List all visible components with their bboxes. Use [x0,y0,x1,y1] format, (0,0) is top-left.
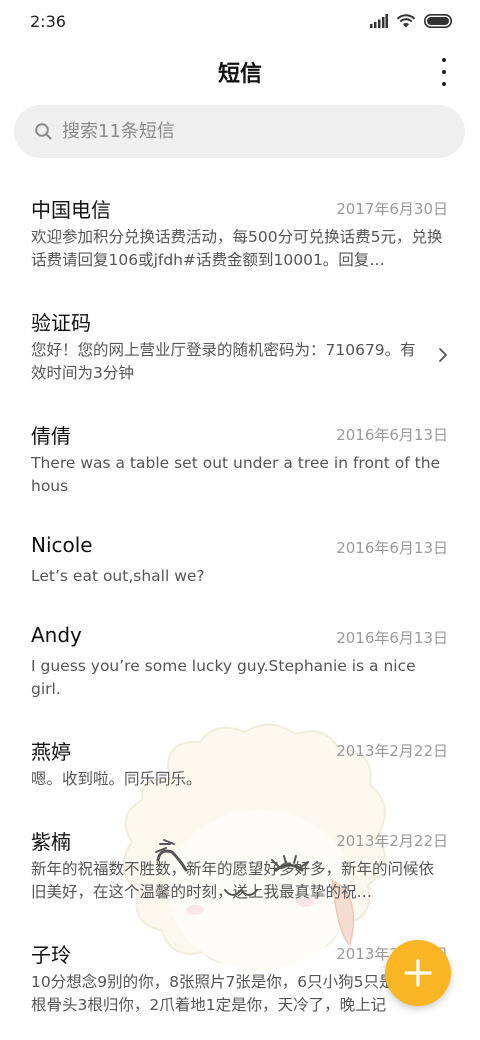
message-date: 2016年6月13日 [336,629,448,647]
message-preview: I guess you’re some lucky guy.Stephanie … [31,657,416,698]
message-row[interactable]: 倩倩 2016年6月13日 There was a table set out … [0,420,480,520]
message-row[interactable]: 验证码 您好！您的网上营业厅登录的随机密码为：710679。有效时间为3分钟 [0,307,480,407]
message-preview: 新年的祝福数不胜数，新年的愿望好多好多，新年的问候依旧美好，在这个温馨的时刻，送… [31,860,435,901]
message-date: 2016年6月13日 [336,426,448,444]
search-icon [35,123,52,140]
sender-name: 验证码 [31,311,91,335]
sender-name: Nicole [31,533,93,557]
message-preview: 欢迎参加积分兑换话费活动，每500分可兑换话费5元，兑换话费请回复106或jfd… [31,228,443,269]
search-input[interactable] [62,105,442,158]
message-row[interactable]: 中国电信 2017年6月30日 欢迎参加积分兑换话费活动，每500分可兑换话费5… [0,194,480,294]
chevron-right-icon [439,348,447,362]
status-bar: 2:36 [0,0,480,44]
battery-icon [424,14,452,28]
sender-name: Andy [31,623,82,647]
signal-icon [370,14,388,28]
more-dot-icon [442,82,446,86]
sender-name: 倩倩 [31,424,71,448]
message-date: 2016年6月13日 [336,539,448,557]
message-list[interactable]: 中国电信 2017年6月30日 欢迎参加积分兑换话费活动，每500分可兑换话费5… [0,180,480,1040]
header: 短信 [0,44,480,100]
sender-name: 紫楠 [31,830,71,854]
more-dot-icon [442,58,446,62]
message-row[interactable]: 燕婷 2013年2月22日 嗯。收到啦。同乐同乐。 [0,736,480,836]
page-title: 短信 [217,62,262,87]
message-row[interactable]: Andy 2016年6月13日 I guess you’re some luck… [0,623,480,723]
more-options-button[interactable] [434,58,454,86]
more-dot-icon [442,70,446,74]
message-date: 2013年2月22日 [336,832,448,850]
search-bar[interactable] [14,105,465,158]
status-time: 2:36 [30,12,66,31]
message-preview: There was a table set out under a tree i… [31,454,441,495]
message-row[interactable]: Nicole 2016年6月13日 Let’s eat out,shall we… [0,533,480,633]
status-icons [370,14,454,28]
message-row[interactable]: 紫楠 2013年2月22日 新年的祝福数不胜数，新年的愿望好多好多，新年的问候依… [0,826,480,926]
sender-name: 中国电信 [31,198,111,222]
plus-icon [404,959,432,987]
compose-button[interactable] [385,940,451,1006]
message-date: 2013年2月22日 [336,742,448,760]
message-date: 2017年6月30日 [336,200,448,218]
sender-name: 燕婷 [31,740,71,764]
sender-name: 子玲 [31,943,71,967]
wifi-icon [396,14,416,28]
message-preview: Let’s eat out,shall we? [31,567,205,585]
message-preview: 嗯。收到啦。同乐同乐。 [31,770,202,788]
message-preview: 您好！您的网上营业厅登录的随机密码为：710679。有效时间为3分钟 [31,341,416,382]
